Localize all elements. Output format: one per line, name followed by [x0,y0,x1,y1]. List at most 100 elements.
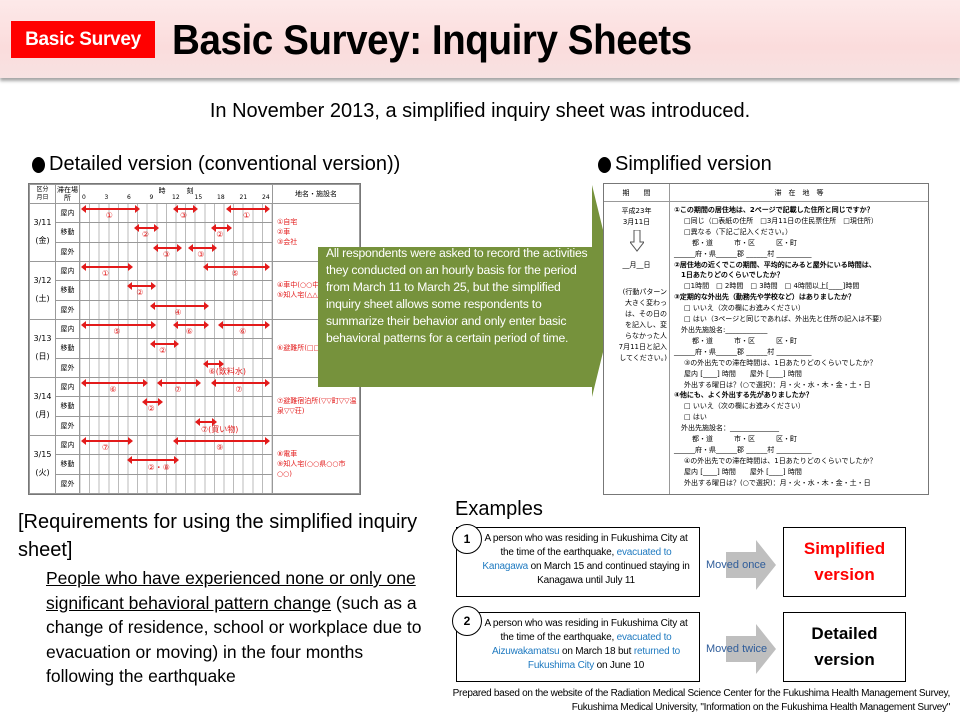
activity-bar [80,205,141,213]
stay-header: 滞在場所 [55,184,80,204]
period-note-line: を記入し、変 [625,321,667,329]
example-2-number-badge: 2 [452,606,482,636]
activity-bar [149,301,210,310]
corner-top: 区分 [36,186,49,193]
corner-header: 区分 月日 [29,184,56,204]
sheet-line: 都・道 市・区 区・町 [692,336,797,345]
location-type-cell: 屋内 [55,376,80,398]
table-row: 3/11 (金) 屋内 ① ③ ① ①自宅 ②車 ③会社 [29,202,360,262]
location-type-cell: 移動 [55,454,80,475]
time-cell: ⑦⑨ [79,434,273,456]
location-type-cell: 屋外 [55,357,80,378]
weekday-label: (土) [35,294,50,304]
source-citation: Prepared based on the website of the Rad… [453,687,951,715]
time-cell: ① ③ ① [79,202,273,224]
activity-bar [210,378,271,387]
activity-bar [202,359,225,368]
requirements-body: People who have experienced none or only… [46,566,436,689]
activity-bar-label: ③ [180,211,188,220]
callout-text: All respondents were asked to record the… [326,246,588,345]
activity-bar [218,320,270,329]
time-cell: ③③ [79,241,273,262]
hour-tick-label: 9 [149,194,154,201]
activity-bar-label: ⑨ [216,442,224,452]
time-cell: ②・⑧ [79,454,273,475]
example-text: on June 10 [594,660,645,671]
example-1-move-label: Moved once [706,559,766,571]
period-note-line: 大きく変わっ [625,299,667,307]
period-column: 平成23年 3月11日 __月__日 (行動パターン 大きく変わっ は、その日の を記… [604,202,670,494]
activity-bar [172,436,270,445]
activity-bar-label: ① [101,268,110,278]
sheet-line: ④の外出先での滞在時間は、1日あたりどのくらいでしたか？ [684,456,877,465]
time-cell [79,473,273,494]
activity-bar-label: ⑦(買い物) [201,424,239,434]
period-note-line: してください。) [619,354,667,362]
activity-bar [134,224,160,233]
location-type-cell: 移動 [55,222,80,243]
sheet-line: ______府・県______郡 ______村 __________ [674,445,812,454]
sheet-line: □ はい（3ページと同じであれば、外出先と住所の記入は不要） [684,315,887,324]
sheet-line: □1時間 □ 2時間 □ 3時間 □ 4時間以上[____]時間 [684,282,860,291]
corner-bottom: 月日 [36,194,49,201]
activity-bar-label: ③ [162,249,171,259]
table-row: 3/13 (日) 屋内 ⑤ ⑥ ⑥ ⑥避難所(□□中学校) [29,318,360,378]
down-arrow-icon [628,229,645,252]
example-text: on March 15 and continued staying in Kan… [528,561,690,586]
location-type-cell: 移動 [55,396,80,417]
page-title: Basic Survey: Inquiry Sheets [172,16,692,63]
location-type-cell: 屋内 [55,202,80,224]
activity-bar-label: ⑥ [109,384,117,394]
sheet-line: 外出する曜日は？(○で選択)：月・火・水・木・金・土・日 [684,380,871,389]
source-line-2: Fukushima Medical University, "Informati… [571,702,951,713]
sheet-line: 都・道 市・区 区・町 [692,238,797,247]
location-type-cell: 屋内 [55,434,80,456]
activity-bar-label: ② [136,288,144,298]
activity-bar [210,224,233,233]
activity-bar [141,398,164,407]
examples-title: Examples [455,498,543,520]
time-cell: ② [79,280,273,301]
activity-bar-label: ⑤ [113,326,121,336]
sheet-line: □ はい [684,413,707,422]
sheet-line: ③定期的な外出先（勤務先や学校など）はありましたか？ [674,293,855,302]
date-cell: 3/11 (金) [29,203,56,262]
sheet-line: ④他にも、よく外出する先がありましたか？ [674,391,813,400]
activity-bar-label: ② [216,230,224,240]
hour-tick-label: 12 [172,194,180,201]
hour-tick-label: 18 [217,194,225,201]
location-type-cell: 屋外 [55,299,80,320]
activity-bar-label: ③ [197,249,205,259]
example-1-description: A person who was residing in Fukushima C… [456,527,700,597]
example-1-result: Simplified version [783,527,906,597]
slide-header: Basic Survey Basic Survey: Inquiry Sheet… [0,0,960,78]
time-header: 時 刻 0 3 6 9 12 15 18 21 24 [79,184,273,204]
table-row: 3/12 (土) 屋内 ① ⑤ ④車中(○○中学校校庭) ⑤知人宅(△△町字△△) [29,260,360,320]
requirements-title: [Requirements for using the simplified i… [18,511,418,561]
activity-bar [203,262,270,271]
example-2-move-label: Moved twice [706,643,768,655]
location-type-cell: 屋内 [55,260,80,282]
period-note-line: 7月11日と記入 [618,343,667,351]
location-type-cell: 屋外 [55,415,80,436]
sheet-line: 都・道 市・区 区・町 [692,435,797,444]
hour-tick-label: 24 [262,194,270,201]
sheet-line: ②居住地の近くでこの期間、平均的にみると屋外にいる時間は、 [674,260,876,269]
date-label: 3/11 [33,218,52,228]
activity-bar-label: ② [159,346,167,356]
activity-bar [172,205,198,213]
date-cell: 3/14 (月) [29,376,56,436]
hour-tick-label: 6 [127,194,131,201]
date-cell: 3/12 (土) [29,260,56,320]
sheet-line: 外出する曜日は？(○で選択)：月・火・水・木・金・土・日 [684,478,871,487]
detailed-heading: Detailed version (conventional version)) [32,153,400,176]
sheet-line: ______府・県______郡 ______村 __________ [674,347,812,356]
activity-bar-label: ⑥(飲料水) [208,366,247,376]
section-badge: Basic Survey [11,21,155,58]
period-note-line: らなかった人 [625,332,667,340]
sheet-header-row: 期 間 滞 在 地 等 [604,184,928,202]
activity-bar [81,436,133,445]
sheet-line: ③の外出先での滞在時間は、1日あたりどのくらいでしたか？ [684,358,877,367]
time-cell: ⑥(飲料水) [79,357,273,378]
activity-bar-label: ⑦ [174,384,182,394]
